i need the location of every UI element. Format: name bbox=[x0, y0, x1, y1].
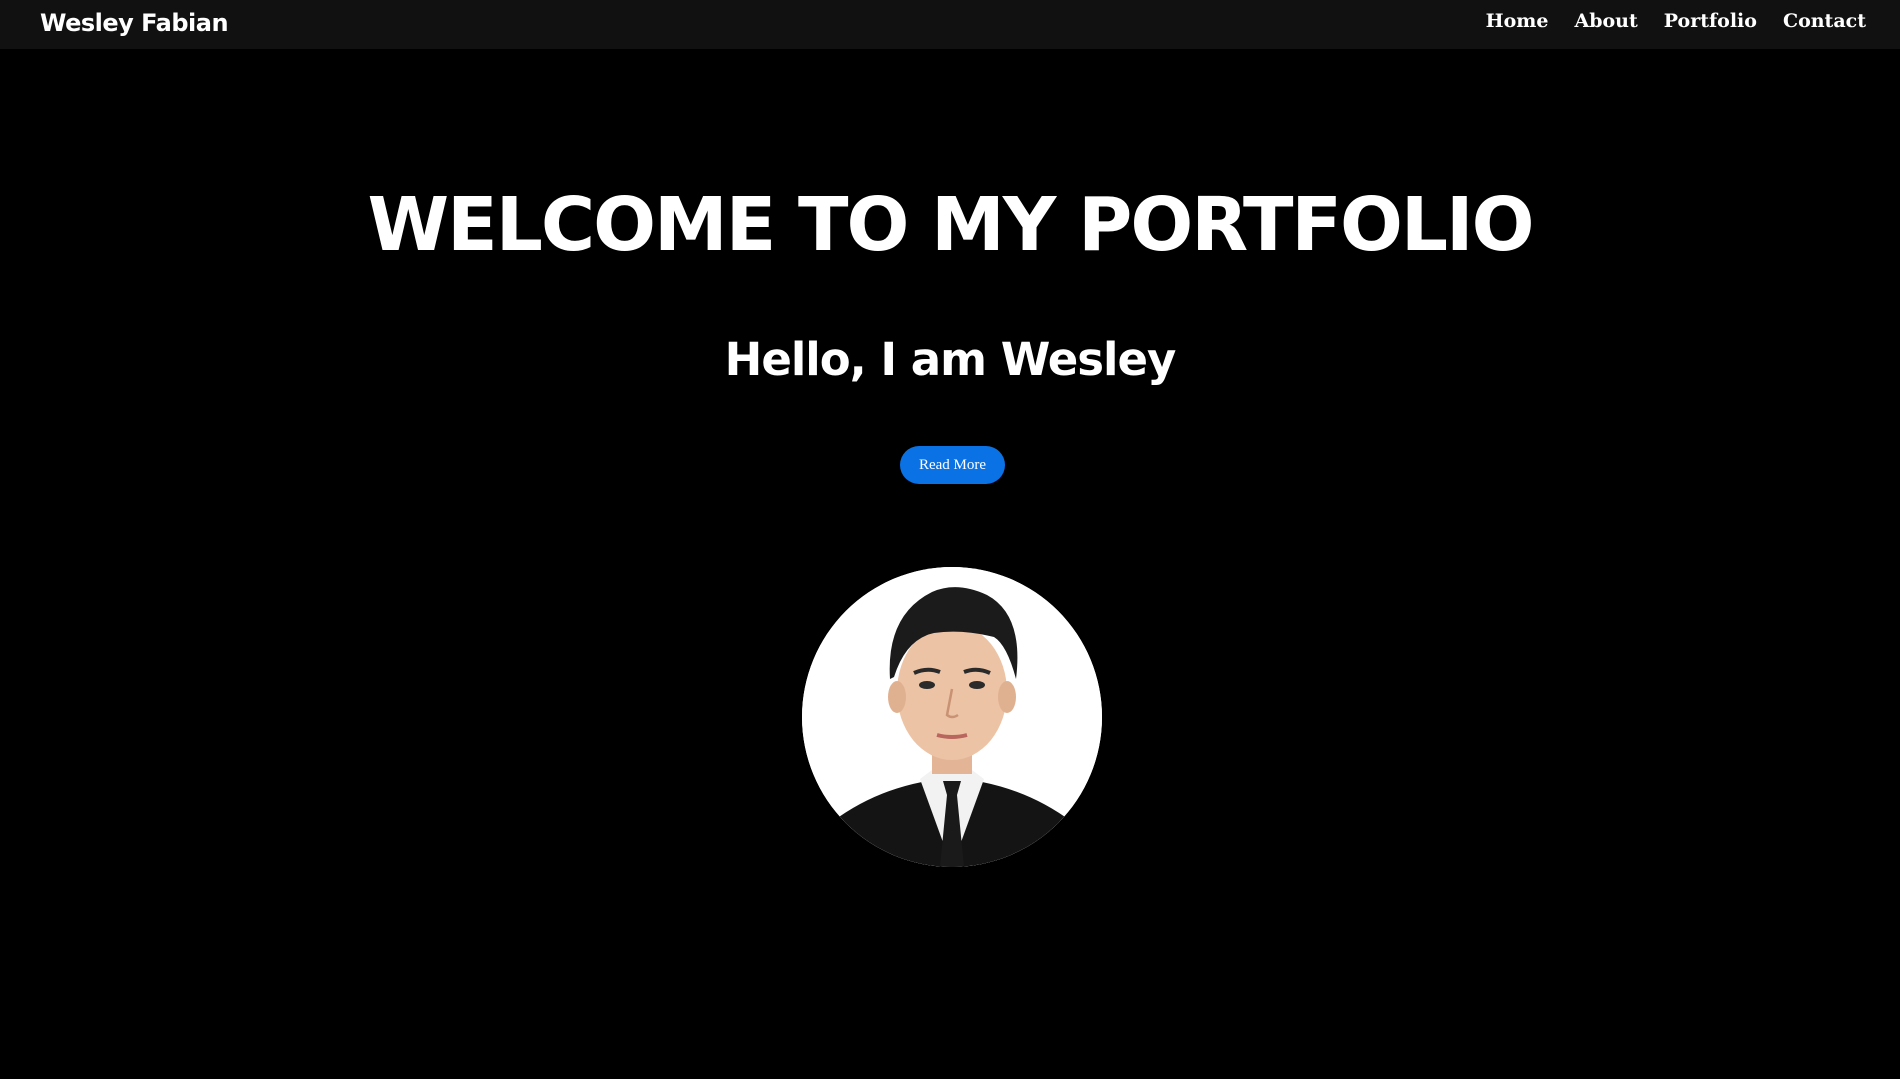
hero-title: WELCOME TO MY PORTFOLIO bbox=[367, 182, 1535, 268]
profile-photo-illustration bbox=[802, 567, 1102, 867]
nav-links: Home About Portfolio Contact bbox=[1486, 10, 1866, 32]
nav-link-contact[interactable]: Contact bbox=[1783, 10, 1866, 32]
read-more-button[interactable]: Read More bbox=[900, 446, 1005, 484]
nav-link-portfolio[interactable]: Portfolio bbox=[1664, 10, 1757, 32]
navbar: Wesley Fabian Home About Portfolio Conta… bbox=[0, 0, 1900, 49]
hero-subtitle: Hello, I am Wesley bbox=[724, 333, 1177, 386]
brand-logo[interactable]: Wesley Fabian bbox=[40, 9, 229, 37]
nav-link-about[interactable]: About bbox=[1574, 10, 1637, 32]
profile-photo bbox=[802, 567, 1102, 867]
nav-link-home[interactable]: Home bbox=[1486, 10, 1549, 32]
